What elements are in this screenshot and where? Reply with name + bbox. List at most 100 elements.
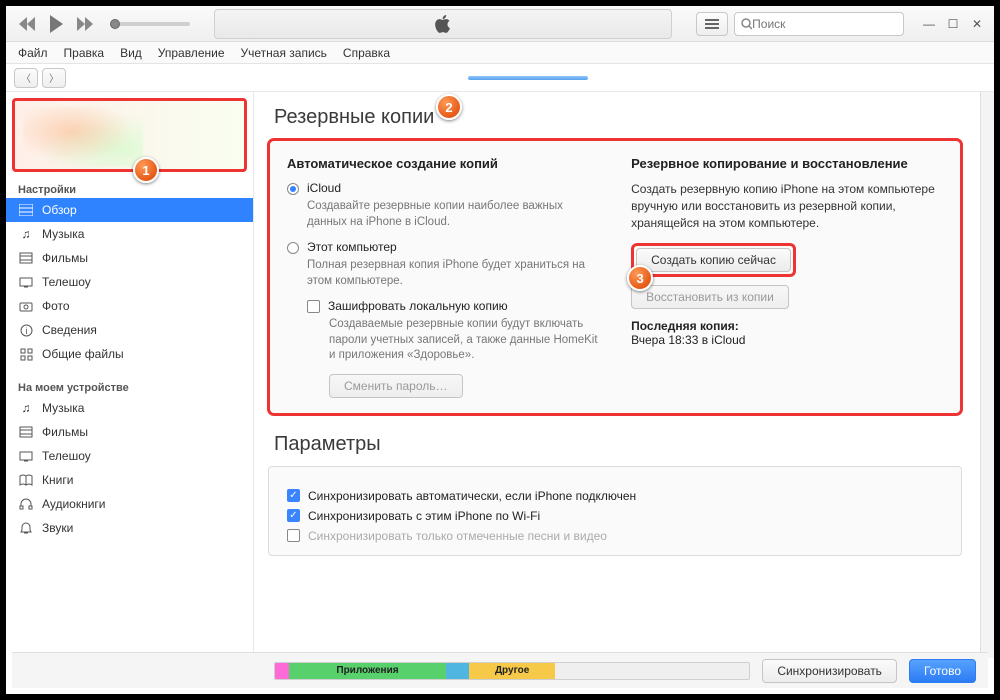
sidebar-item-device-books[interactable]: Книги — [6, 468, 253, 492]
storage-seg — [446, 663, 470, 679]
sidebar-item-label: Обзор — [42, 203, 77, 217]
sidebar-item-device-movies[interactable]: Фильмы — [6, 420, 253, 444]
opt-wifi-sync[interactable]: Синхронизировать с этим iPhone по Wi-Fi — [287, 509, 943, 523]
play-button[interactable] — [48, 15, 64, 33]
storage-bar: Приложения Другое — [274, 662, 750, 680]
done-button[interactable]: Готово — [909, 659, 976, 683]
search-box[interactable] — [734, 12, 904, 36]
backup-now-button[interactable]: Создать копию сейчас — [636, 248, 791, 272]
sidebar-item-tvshows[interactable]: Телешоу — [6, 270, 253, 294]
option-label: Синхронизировать автоматически, если iPh… — [308, 489, 636, 503]
sidebar-item-label: Сведения — [42, 323, 97, 337]
menu-view[interactable]: Вид — [120, 46, 142, 60]
options-group: Синхронизировать автоматически, если iPh… — [268, 466, 962, 556]
change-password-button[interactable]: Сменить пароль… — [329, 374, 463, 398]
books-icon — [18, 472, 34, 488]
encrypt-checkbox-row[interactable]: Зашифровать локальную копию — [307, 299, 605, 313]
overview-icon — [18, 202, 34, 218]
bottom-bar: Приложения Другое Синхронизировать Готов… — [12, 652, 988, 688]
storage-seg — [275, 663, 289, 679]
sidebar-item-photos[interactable]: Фото — [6, 294, 253, 318]
menu-account[interactable]: Учетная запись — [241, 46, 327, 60]
minimize-button[interactable]: — — [920, 17, 938, 31]
search-input[interactable] — [752, 17, 897, 31]
list-view-button[interactable] — [696, 12, 728, 36]
storage-seg-other: Другое — [469, 663, 554, 679]
headphones-icon — [18, 496, 34, 512]
opt-checked-only[interactable]: Синхронизировать только отмеченные песни… — [287, 529, 943, 543]
music-icon: ♫ — [18, 400, 34, 416]
prev-track-button[interactable] — [18, 17, 36, 31]
radio-label: iCloud — [307, 181, 341, 195]
restore-title: Резервное копирование и восстановление — [631, 156, 943, 171]
sidebar-item-device-audiobooks[interactable]: Аудиокниги — [6, 492, 253, 516]
sidebar-item-overview[interactable]: Обзор — [6, 198, 253, 222]
sidebar-item-label: Телешоу — [42, 449, 91, 463]
scrollbar[interactable] — [980, 92, 994, 658]
backup-group: Автоматическое создание копий iCloud Соз… — [268, 139, 962, 415]
content-area: 2 Резервные копии Автоматическое создани… — [254, 92, 994, 658]
auto-backup-title: Автоматическое создание копий — [287, 156, 605, 171]
camera-icon — [18, 298, 34, 314]
device-card[interactable]: 1 — [12, 98, 247, 172]
sidebar-section-settings: Настройки — [6, 178, 253, 198]
sidebar-item-info[interactable]: i Сведения — [6, 318, 253, 342]
opt-auto-sync[interactable]: Синхронизировать автоматически, если iPh… — [287, 489, 943, 503]
sidebar-item-filesharing[interactable]: Общие файлы — [6, 342, 253, 366]
sidebar-item-label: Звуки — [42, 521, 73, 535]
radio-icloud[interactable]: iCloud — [287, 181, 605, 195]
menu-help[interactable]: Справка — [343, 46, 390, 60]
sync-button[interactable]: Синхронизировать — [762, 659, 897, 683]
close-button[interactable]: ✕ — [968, 17, 986, 31]
sidebar-item-device-music[interactable]: ♫ Музыка — [6, 396, 253, 420]
last-backup-value: Вчера 18:33 в iCloud — [631, 333, 943, 347]
encrypt-label: Зашифровать локальную копию — [328, 299, 508, 313]
sidebar-item-label: Музыка — [42, 227, 84, 241]
svg-text:i: i — [25, 326, 27, 336]
callout-1: 1 — [133, 157, 159, 183]
nav-back-button[interactable]: 〈 — [14, 68, 38, 88]
encrypt-hint: Создаваемые резервные копии будут включа… — [329, 317, 605, 364]
radio-thispc[interactable]: Этот компьютер — [287, 240, 605, 254]
sidebar-item-device-tvshows[interactable]: Телешоу — [6, 444, 253, 468]
sidebar-item-movies[interactable]: Фильмы — [6, 246, 253, 270]
radio-icon — [287, 183, 299, 195]
titlebar: — ☐ ✕ — [6, 6, 994, 42]
film-icon — [18, 250, 34, 266]
icloud-hint: Создавайте резервные копии наиболее важн… — [307, 199, 605, 230]
film-icon — [18, 424, 34, 440]
storage-seg-apps: Приложения — [289, 663, 446, 679]
nav-forward-button[interactable]: 〉 — [42, 68, 66, 88]
sidebar-item-music[interactable]: ♫ Музыка — [6, 222, 253, 246]
sidebar-item-label: Общие файлы — [42, 347, 124, 361]
restore-hint: Создать резервную копию iPhone на этом к… — [631, 181, 943, 231]
next-track-button[interactable] — [76, 17, 94, 31]
radio-icon — [287, 242, 299, 254]
storage-seg-free — [555, 663, 749, 679]
sidebar-item-label: Телешоу — [42, 275, 91, 289]
sidebar-item-label: Фильмы — [42, 425, 88, 439]
now-playing-lcd — [214, 9, 672, 39]
checkbox-icon — [307, 300, 320, 313]
menubar: Файл Правка Вид Управление Учетная запис… — [6, 42, 994, 64]
sidebar-item-device-tones[interactable]: Звуки — [6, 516, 253, 540]
checkbox-icon — [287, 529, 300, 542]
option-label: Синхронизировать только отмеченные песни… — [308, 529, 607, 543]
device-tab-indicator — [468, 76, 588, 80]
menu-edit[interactable]: Правка — [64, 46, 105, 60]
maximize-button[interactable]: ☐ — [944, 17, 962, 31]
radio-label: Этот компьютер — [307, 240, 397, 254]
sidebar-item-label: Музыка — [42, 401, 84, 415]
sidebar: 1 Настройки Обзор ♫ Музыка Фильмы Телешоу… — [6, 92, 254, 658]
sidebar-item-label: Книги — [42, 473, 73, 487]
thispc-hint: Полная резервная копия iPhone будет хран… — [307, 258, 605, 289]
search-icon — [741, 18, 752, 30]
options-title: Параметры — [274, 433, 962, 456]
menu-file[interactable]: Файл — [18, 46, 48, 60]
sidebar-section-ondevice: На моем устройстве — [6, 376, 253, 396]
menu-controls[interactable]: Управление — [158, 46, 225, 60]
volume-slider[interactable] — [110, 22, 190, 26]
music-icon: ♫ — [18, 226, 34, 242]
restore-backup-button[interactable]: Восстановить из копии — [631, 285, 789, 309]
last-backup-label: Последняя копия: — [631, 319, 739, 333]
